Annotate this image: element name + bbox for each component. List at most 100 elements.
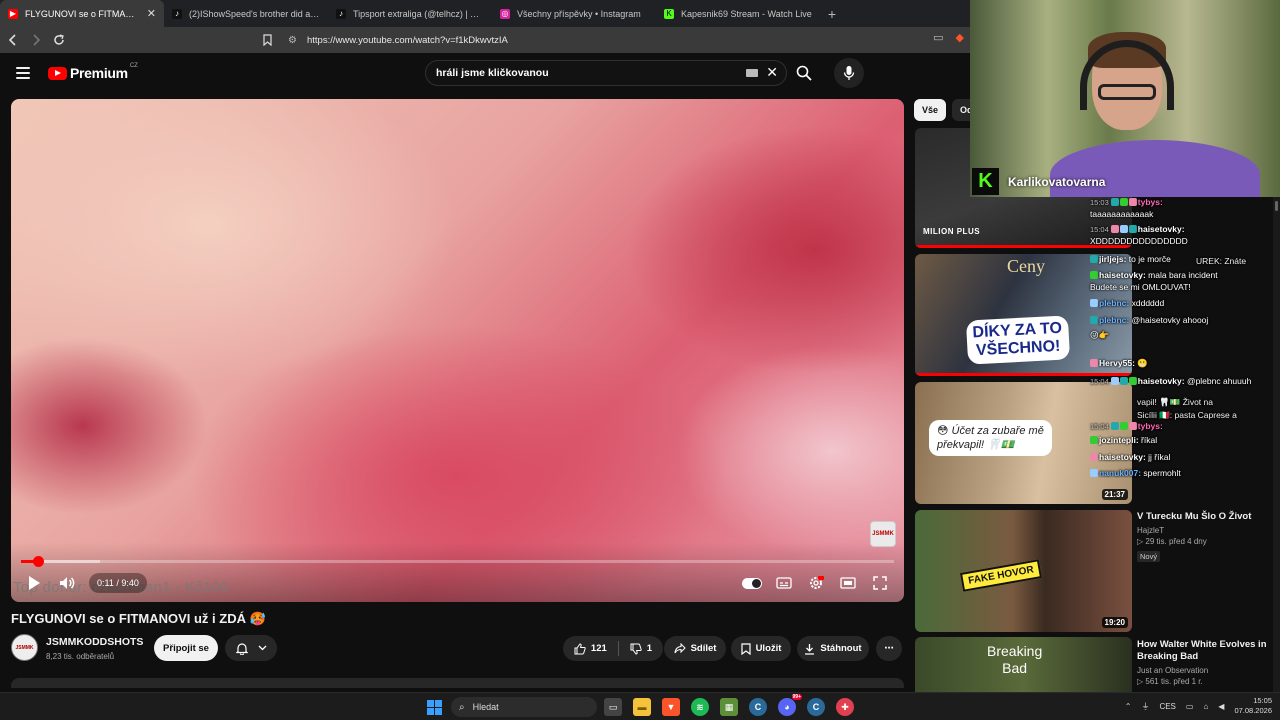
share-icon [674, 643, 686, 654]
chat-username[interactable]: haisetovky: [1099, 270, 1146, 280]
bookmark-icon [262, 34, 272, 46]
related-video-channel[interactable]: Just an Observation [1137, 666, 1272, 675]
back-button[interactable] [3, 30, 23, 50]
clear-search-icon[interactable]: ✕ [766, 64, 778, 81]
tab-tiktok-speed[interactable]: ♪ (2)IShowSpeed's brother did a BLIND [164, 0, 328, 27]
chat-text: XDDDDDDDDDDDDDDD [1090, 236, 1188, 246]
notifications-button[interactable] [225, 635, 277, 661]
chat-username[interactable]: jirljejs: [1099, 254, 1126, 264]
chat-username[interactable]: haisetovky: [1099, 452, 1146, 462]
seek-handle[interactable] [32, 556, 44, 567]
play-button[interactable] [23, 573, 43, 593]
brave-browser-icon[interactable]: ▼ [662, 698, 680, 716]
tab-youtube-video[interactable]: ▶ FLYGUNOVI se o FITMANOVI ✕ [0, 0, 164, 27]
app-icon[interactable]: ✚ [836, 698, 854, 716]
chat-badge-icon [1110, 225, 1119, 233]
chat-username[interactable]: plebnc: [1099, 315, 1129, 325]
time-display: 0:11 / 9:40 [89, 573, 147, 593]
reload-button[interactable] [49, 30, 69, 50]
like-button[interactable]: 121 [574, 642, 607, 655]
autoplay-toggle[interactable] [742, 573, 762, 593]
related-thumbnail[interactable]: Breaking Bad [915, 637, 1132, 697]
chat-username[interactable]: haisetovky: [1138, 224, 1185, 234]
theater-mode-button[interactable] [838, 573, 858, 593]
bookmark-button[interactable] [257, 30, 277, 50]
file-explorer-icon[interactable]: ▬ [633, 698, 651, 716]
download-button[interactable]: Stáhnout [797, 636, 869, 661]
taskbar-search-input[interactable]: ⌕ Hledat [451, 697, 597, 717]
tab-tiktok-tipsport[interactable]: ♪ Tipsport extraliga (@telhcz) | TikTok [328, 0, 492, 27]
windows-start-icon[interactable] [427, 700, 442, 715]
toggle-icon [742, 577, 762, 589]
mute-button[interactable] [57, 573, 77, 593]
tab-label: (2)IShowSpeed's brother did a BLIND [189, 8, 320, 19]
subtitles-button[interactable] [774, 573, 794, 593]
new-tab-button[interactable]: + [820, 0, 844, 27]
settings-button[interactable] [806, 573, 826, 593]
save-button[interactable]: Uložit [731, 636, 791, 661]
tab-kick-stream[interactable]: K Kapesnik69 Stream - Watch Live [656, 0, 820, 27]
join-button[interactable]: Připojit se [154, 635, 218, 661]
ccleaner-icon[interactable]: C [749, 698, 767, 716]
tab-instagram[interactable]: ◎ Všechny příspěvky • Instagram [492, 0, 656, 27]
channel-avatar[interactable]: JSMMK [11, 634, 38, 661]
chat-username[interactable]: jozintepli: [1099, 435, 1139, 445]
site-settings-icon[interactable]: ⚙ [288, 35, 297, 46]
brave-shield-icon[interactable]: ◆ [956, 31, 964, 44]
location-icon[interactable]: ⏚ [1141, 701, 1149, 712]
chat-username[interactable]: haisetovky: [1138, 376, 1185, 386]
related-video-title[interactable]: How Walter White Evolves in Breaking Bad [1137, 639, 1272, 663]
share-button[interactable]: Sdílet [664, 636, 726, 661]
discord-icon[interactable]: ◕ 99+ [778, 694, 802, 716]
chat-username[interactable]: tybys: [1138, 197, 1163, 207]
chat-username[interactable]: Hervy55: [1099, 358, 1135, 368]
dislike-button[interactable]: 1 [630, 643, 652, 655]
chip-all[interactable]: Vše [914, 99, 947, 121]
related-video-info[interactable]: How Walter White Evolves in Breaking Bad… [1137, 639, 1272, 686]
ccleaner-alt-icon[interactable]: C [807, 698, 825, 716]
display-icon[interactable]: ▭ [1186, 702, 1194, 711]
fullscreen-button[interactable] [870, 573, 890, 593]
download-label: Stáhnout [820, 643, 862, 654]
chat-fragment: vapil! 🦷💵 Život na [1137, 397, 1213, 407]
network-icon[interactable]: ⌂ [1203, 702, 1208, 711]
system-clock[interactable]: 15:05 07.08.2026 [1234, 696, 1272, 716]
search-input[interactable]: hráli jsme kličkovanou ✕ [425, 60, 787, 86]
video-player[interactable]: JSMMK Top donor: czechman1 - Kč100 0:11 … [11, 99, 904, 602]
related-video-info[interactable]: V Turecku Mu Šlo O Život HajzleT ▷ 29 ti… [1137, 511, 1272, 564]
close-tab-icon[interactable]: ✕ [147, 7, 156, 20]
chat-username[interactable]: tybys: [1138, 421, 1163, 431]
chat-username[interactable]: nanuk007: [1099, 468, 1141, 478]
thumbs-down-icon [630, 643, 642, 655]
related-thumbnail[interactable]: FAKE HOVOR 19:20 [915, 510, 1132, 632]
minecraft-icon[interactable]: ▦ [720, 698, 738, 716]
spotify-icon[interactable]: ≋ [691, 698, 709, 716]
youtube-premium-logo[interactable]: Premium CZ [48, 63, 138, 81]
tab-label: Kapesnik69 Stream - Watch Live [681, 8, 812, 19]
hamburger-menu-icon[interactable] [16, 67, 30, 79]
chat-scrollbar[interactable] [1273, 197, 1280, 692]
address-bar[interactable]: ⚙ https://www.youtube.com/watch?v=f1kDkw… [282, 30, 952, 50]
related-video-meta: ▷ 29 tis. před 4 dny [1137, 537, 1207, 546]
search-button[interactable] [790, 60, 818, 86]
instagram-favicon: ◎ [500, 8, 510, 19]
language-indicator[interactable]: CES [1159, 702, 1175, 711]
chat-timestamp: 15:04 [1090, 225, 1109, 234]
chevron-up-icon[interactable]: ⌃ [1125, 702, 1132, 711]
chat-username[interactable]: plebnc: [1099, 298, 1129, 308]
forward-button[interactable] [26, 30, 46, 50]
channel-watermark[interactable]: JSMMK [870, 521, 896, 547]
scroll-thumb[interactable] [1275, 201, 1278, 211]
related-video-channel[interactable]: HajzleT [1137, 526, 1272, 535]
voice-search-button[interactable] [834, 58, 864, 88]
description-box[interactable] [11, 678, 904, 688]
volume-icon[interactable]: ◀ [1218, 702, 1224, 711]
screen-cast-icon[interactable]: ▭ [933, 31, 943, 44]
task-view-icon[interactable]: ▭ [604, 698, 622, 716]
keyboard-icon[interactable] [746, 69, 758, 77]
overlay-line: VŠECHNO! [975, 337, 1061, 360]
related-video-title[interactable]: V Turecku Mu Šlo O Život [1137, 511, 1272, 523]
channel-name[interactable]: JSMMKODDSHOTS [46, 636, 143, 648]
seek-bar[interactable] [21, 556, 894, 567]
more-actions-button[interactable]: ⋯ [876, 636, 902, 661]
